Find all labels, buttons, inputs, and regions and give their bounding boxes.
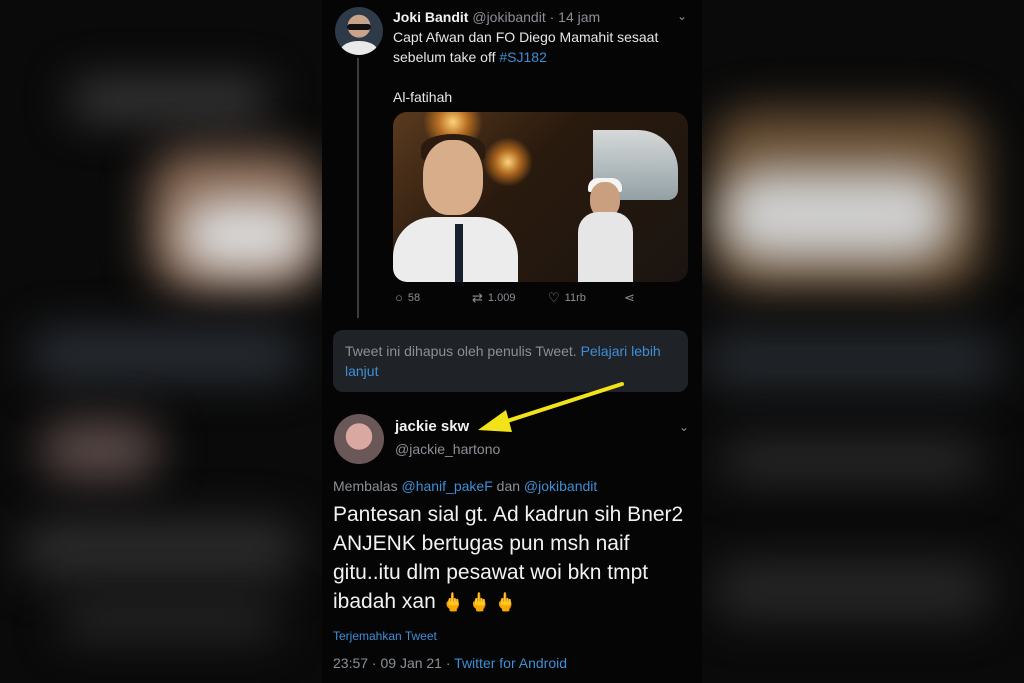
author-name[interactable]: jackie skw (395, 418, 469, 435)
tweet-time: · 14 jam (549, 9, 601, 25)
tweet2-text: Pantesan sial gt. Ad kadrun sih Bner2 AN… (333, 503, 684, 613)
tweet1-text-line2: Al-fatihah (393, 89, 453, 105)
tweet-source-link[interactable]: Twitter for Android (454, 655, 567, 671)
deleted-tweet-notice: Tweet ini dihapus oleh penulis Tweet. Pe… (333, 330, 688, 392)
share-icon: ⋖ (624, 290, 635, 305)
blurred-background-right (702, 0, 1024, 683)
author-handle: @jackie_hartono (395, 441, 501, 457)
tweet-photo[interactable] (393, 112, 688, 282)
reply-action[interactable]: ○ 58 (395, 290, 420, 305)
mention-link[interactable]: @hanif_pakeF (401, 478, 492, 494)
mention-link[interactable]: @jokibandit (524, 478, 597, 494)
hashtag-link[interactable]: #SJ182 (499, 49, 546, 65)
chevron-down-icon[interactable]: ⌄ (677, 9, 687, 23)
avatar[interactable] (334, 414, 384, 464)
heart-icon: ♡ (548, 290, 560, 305)
tweet-timestamp: 23:57 · 09 Jan 21 · (333, 655, 451, 671)
tweet1-text: Capt Afwan dan FO Diego Mamahit sesaat s… (393, 29, 659, 65)
avatar[interactable] (335, 7, 383, 55)
retweet-action[interactable]: ⇄ 1.009 (472, 290, 515, 306)
thread-line (357, 58, 359, 318)
blurred-background-left (0, 0, 322, 683)
author-handle: @jokibandit (472, 9, 546, 25)
like-action[interactable]: ♡ 11rb (548, 290, 586, 306)
reply-icon: ○ (395, 290, 403, 305)
author-name[interactable]: Joki Bandit (393, 9, 468, 25)
retweet-icon: ⇄ (472, 290, 483, 305)
tweet-meta: 23:57 · 09 Jan 21 · Twitter for Android (333, 655, 567, 671)
tweet1-header: Joki Bandit @jokibandit · 14 jam (393, 9, 600, 25)
chevron-down-icon[interactable]: ⌄ (679, 420, 689, 434)
reply-context: Membalas @hanif_pakeF dan @jokibandit (333, 478, 598, 494)
translate-tweet-link[interactable]: Terjemahkan Tweet (333, 629, 437, 643)
middle-finger-emoji: 🖕🖕🖕 (441, 592, 521, 612)
share-action[interactable]: ⋖ (624, 290, 640, 306)
